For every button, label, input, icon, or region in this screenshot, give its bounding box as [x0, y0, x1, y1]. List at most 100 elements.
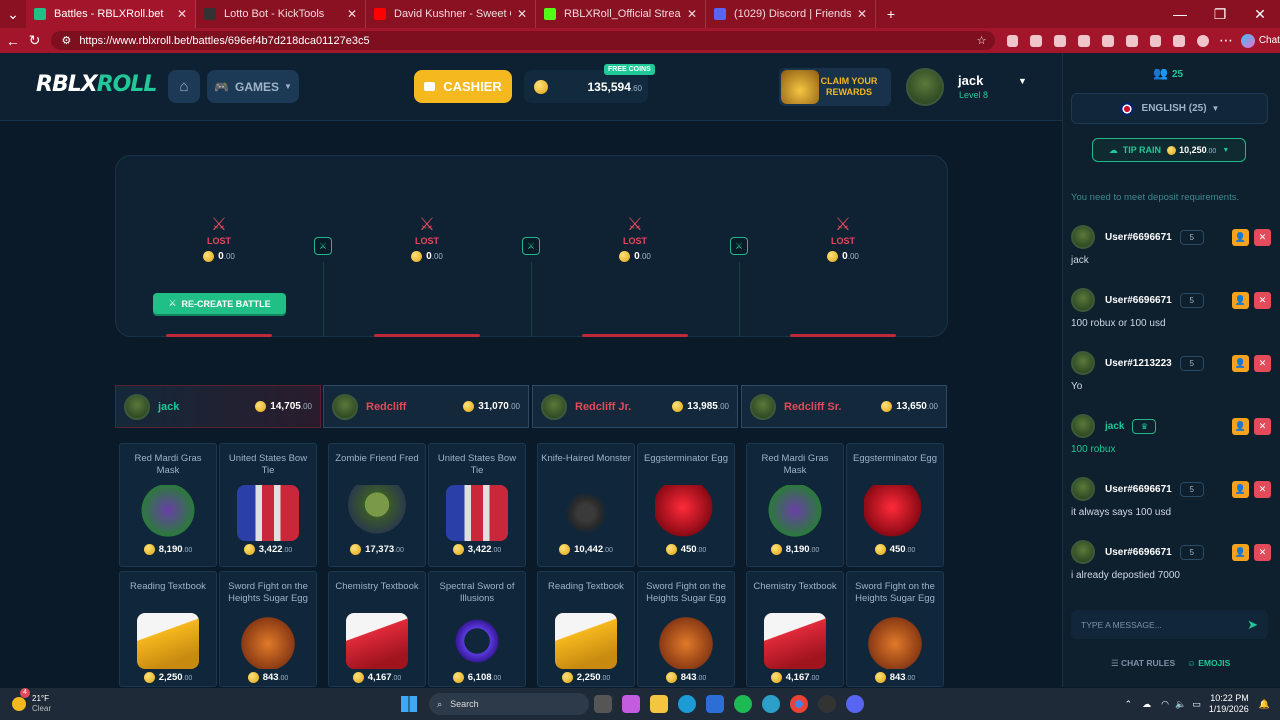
copilot-app-icon[interactable]: [622, 695, 641, 713]
mute-user-button[interactable]: ✕: [1254, 291, 1271, 309]
edge-icon[interactable]: [678, 695, 697, 713]
site-info-icon[interactable]: ⚙: [61, 34, 71, 47]
chat-input[interactable]: TYPE A MESSAGE... ➤: [1071, 610, 1268, 639]
chat-username[interactable]: User#1213223: [1105, 358, 1172, 369]
discord-icon[interactable]: [846, 695, 865, 713]
favorites-icon[interactable]: [1149, 34, 1162, 47]
browser-tab[interactable]: RBLXRoll_Official Stream - Watch L ✕: [536, 0, 706, 28]
chat-username[interactable]: User#6696671: [1105, 295, 1172, 306]
tip-user-button[interactable]: 👤: [1232, 291, 1249, 309]
new-tab-button[interactable]: +: [880, 3, 902, 25]
extension-icon[interactable]: [1101, 34, 1114, 47]
tip-user-button[interactable]: 👤: [1232, 417, 1249, 435]
tray-app-icon[interactable]: ☁: [1142, 699, 1151, 710]
games-dropdown[interactable]: 🎮 GAMES ▼: [207, 70, 299, 103]
free-coins-badge[interactable]: FREE COINS: [604, 64, 655, 75]
wifi-icon[interactable]: ◠: [1161, 699, 1169, 710]
item-card[interactable]: Spectral Sword of Illusions 6,108.00: [428, 571, 526, 687]
notifications-icon[interactable]: 🔔: [1259, 699, 1270, 710]
mute-user-button[interactable]: ✕: [1254, 228, 1271, 246]
tip-user-button[interactable]: 👤: [1232, 543, 1249, 561]
item-card[interactable]: Zombie Friend Fred 17,373.00: [328, 443, 426, 567]
battery-icon[interactable]: ▭: [1192, 699, 1201, 710]
item-card[interactable]: Red Mardi Gras Mask 8,190.00: [746, 443, 844, 567]
chat-username[interactable]: User#6696671: [1105, 232, 1172, 243]
item-card[interactable]: Reading Textbook 2,250.00: [119, 571, 217, 687]
extension-icon[interactable]: [1030, 34, 1043, 47]
volume-icon[interactable]: 🔈: [1175, 699, 1186, 710]
item-card[interactable]: Knife-Haired Monster 10,442.00: [537, 443, 635, 567]
chat-avatar[interactable]: [1071, 225, 1095, 249]
item-card[interactable]: Eggsterminator Egg 450.00: [637, 443, 735, 567]
taskbar-search[interactable]: ⌕ Search: [429, 693, 590, 715]
tip-rain-button[interactable]: ☁ TIP RAIN 10,250.00 ▼: [1092, 138, 1246, 162]
chat-avatar[interactable]: [1071, 288, 1095, 312]
extension-icon[interactable]: [1006, 34, 1019, 47]
mute-user-button[interactable]: ✕: [1254, 417, 1271, 435]
item-card[interactable]: Sword Fight on the Heights Sugar Egg 843.…: [846, 571, 944, 687]
reload-icon[interactable]: ↻: [24, 30, 46, 52]
spotify-icon[interactable]: [734, 695, 753, 713]
more-menu-icon[interactable]: ⋯: [1215, 30, 1237, 52]
task-view-icon[interactable]: [594, 695, 613, 713]
chrome-icon[interactable]: [790, 695, 809, 713]
player-card[interactable]: jack 14,705.00: [115, 385, 321, 428]
outlook-icon[interactable]: [706, 695, 725, 713]
browser-tab[interactable]: Lotto Bot - KickTools ✕: [196, 0, 366, 28]
maximize-button[interactable]: ❐: [1200, 3, 1240, 25]
copilot-chat-button[interactable]: Chat: [1240, 33, 1280, 48]
taskbar-time[interactable]: 10:22 PM: [1210, 693, 1249, 703]
tab-close-icon[interactable]: ✕: [177, 7, 187, 21]
item-card[interactable]: United States Bow Tie 3,422.00: [428, 443, 526, 567]
tab-close-icon[interactable]: ✕: [517, 7, 527, 21]
player-card[interactable]: Redcliff 31,070.00: [323, 385, 529, 428]
tab-close-icon[interactable]: ✕: [857, 7, 867, 21]
url-field[interactable]: ⚙ https://www.rblxroll.bet/battles/696ef…: [51, 31, 995, 50]
send-icon[interactable]: ➤: [1247, 617, 1258, 633]
username[interactable]: jack: [958, 73, 983, 88]
player-card[interactable]: Redcliff Sr. 13,650.00: [741, 385, 947, 428]
tab-close-icon[interactable]: ✕: [347, 7, 357, 21]
item-card[interactable]: Chemistry Textbook 4,167.00: [746, 571, 844, 687]
chat-avatar[interactable]: [1071, 477, 1095, 501]
tip-user-button[interactable]: 👤: [1232, 228, 1249, 246]
collections-icon[interactable]: [1173, 34, 1186, 47]
item-card[interactable]: United States Bow Tie 3,422.00: [219, 443, 317, 567]
user-avatar[interactable]: [906, 68, 944, 106]
chat-username[interactable]: User#6696671: [1105, 547, 1172, 558]
claim-rewards-button[interactable]: CLAIM YOUR REWARDS: [779, 68, 891, 106]
extension-icon[interactable]: [1078, 34, 1090, 47]
home-button[interactable]: ⌂: [168, 70, 200, 103]
app-icon[interactable]: [818, 695, 837, 713]
tab-menu-icon[interactable]: ⌄: [0, 3, 26, 25]
chat-avatar[interactable]: [1071, 414, 1095, 438]
chat-username[interactable]: User#6696671: [1105, 484, 1172, 495]
extension-icon[interactable]: [1054, 34, 1067, 47]
item-card[interactable]: Sword Fight on the Heights Sugar Egg 843.…: [637, 571, 735, 687]
browser-tab[interactable]: (1029) Discord | Friends ✕: [706, 0, 876, 28]
app-icon[interactable]: [762, 695, 781, 713]
item-card[interactable]: Red Mardi Gras Mask 8,190.00: [119, 443, 217, 567]
windows-start-icon[interactable]: [401, 696, 418, 712]
user-menu-chevron-icon[interactable]: ▼: [1018, 76, 1027, 86]
chat-avatar[interactable]: [1071, 540, 1095, 564]
emojis-link[interactable]: ☺ EMOJIS: [1187, 658, 1230, 669]
chat-username[interactable]: jack: [1105, 421, 1124, 432]
tip-user-button[interactable]: 👤: [1232, 480, 1249, 498]
item-card[interactable]: Sword Fight on the Heights Sugar Egg 843.…: [219, 571, 317, 687]
chat-avatar[interactable]: [1071, 351, 1095, 375]
cashier-button[interactable]: CASHIER: [414, 70, 512, 103]
weather-widget[interactable]: 4 21°F Clear: [12, 688, 51, 714]
browser-tab[interactable]: Battles - RBLXRoll.bet ✕: [26, 0, 196, 28]
mute-user-button[interactable]: ✕: [1254, 354, 1271, 372]
file-explorer-icon[interactable]: [650, 695, 669, 713]
bookmark-star-icon[interactable]: ☆: [977, 34, 987, 47]
tab-close-icon[interactable]: ✕: [687, 7, 697, 21]
site-logo[interactable]: RBLXROLL: [36, 72, 157, 97]
recreate-battle-button[interactable]: ⚔ RE-CREATE BATTLE: [153, 293, 286, 314]
taskbar-date[interactable]: 1/19/2026: [1209, 704, 1249, 714]
extension-icon[interactable]: [1125, 34, 1138, 47]
tray-chevron-icon[interactable]: ⌃: [1125, 699, 1133, 710]
item-card[interactable]: Eggsterminator Egg 450.00: [846, 443, 944, 567]
chat-rules-link[interactable]: ☰ CHAT RULES: [1111, 658, 1175, 669]
